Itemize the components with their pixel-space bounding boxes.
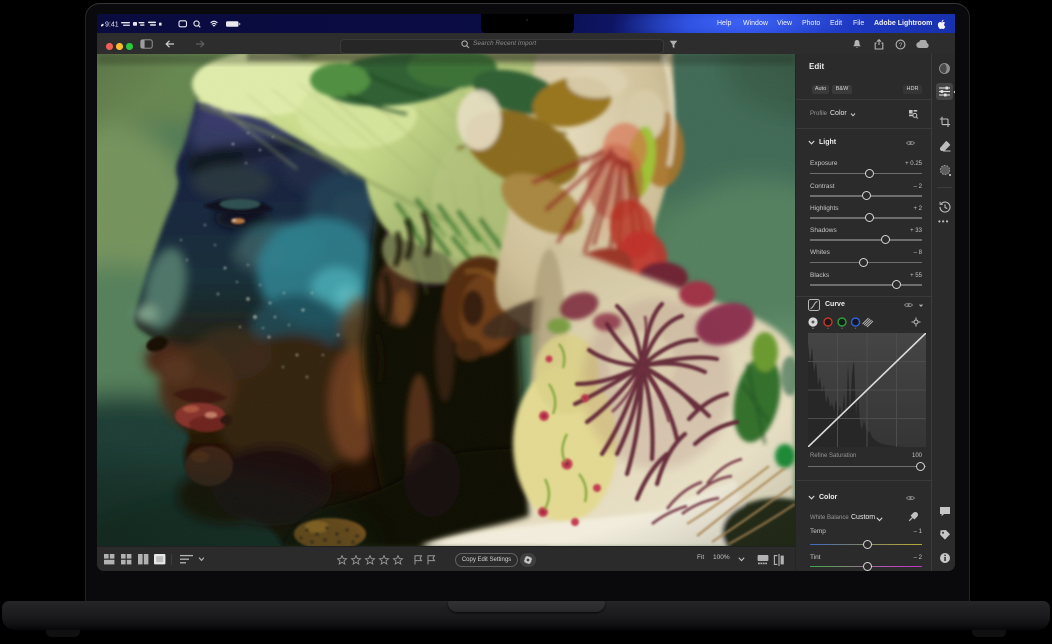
svg-text:?: ? <box>899 42 903 49</box>
svg-text:9:41: 9:41 <box>105 22 119 29</box>
